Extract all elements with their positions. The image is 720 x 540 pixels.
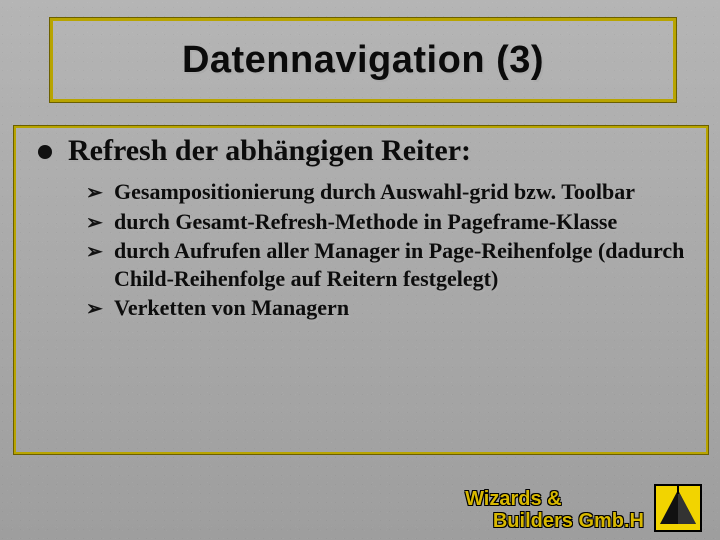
heading-level1: Refresh der abhängigen Reiter: bbox=[68, 134, 706, 168]
list-item: ➢ Gesampositionierung durch Auswahl-grid… bbox=[114, 178, 686, 206]
list-item-text: durch Gesamt-Refresh-Methode in Pagefram… bbox=[114, 209, 617, 234]
body-container: Refresh der abhängigen Reiter: ➢ Gesampo… bbox=[14, 126, 708, 454]
arrow-icon: ➢ bbox=[86, 211, 103, 236]
list-item: ➢ durch Aufrufen aller Manager in Page-R… bbox=[114, 237, 686, 292]
arrow-icon: ➢ bbox=[86, 240, 103, 265]
footer-text: Wizards & Builders Gmb.H bbox=[465, 488, 644, 532]
bullet-dot-icon bbox=[38, 145, 52, 159]
list-item-text: durch Aufrufen aller Manager in Page-Rei… bbox=[114, 238, 684, 291]
footer-line1: Wizards & bbox=[465, 488, 562, 510]
list-item-text: Verketten von Managern bbox=[114, 295, 349, 320]
slide-title: Datennavigation (3) bbox=[182, 39, 544, 82]
heading-text: Refresh der abhängigen Reiter: bbox=[68, 134, 471, 167]
list-item: ➢ Verketten von Managern bbox=[114, 294, 686, 322]
arrow-icon: ➢ bbox=[86, 297, 103, 322]
title-container: Datennavigation (3) bbox=[50, 18, 676, 102]
footer-line2: Builders Gmb.H bbox=[465, 510, 644, 532]
list-item: ➢ durch Gesamt-Refresh-Methode in Pagefr… bbox=[114, 208, 686, 236]
list-item-text: Gesampositionierung durch Auswahl-grid b… bbox=[114, 179, 635, 204]
arrow-icon: ➢ bbox=[86, 181, 103, 206]
pyramid-logo-icon bbox=[654, 484, 702, 532]
footer: Wizards & Builders Gmb.H bbox=[465, 484, 702, 532]
slide: Datennavigation (3) Refresh der abhängig… bbox=[0, 0, 720, 540]
